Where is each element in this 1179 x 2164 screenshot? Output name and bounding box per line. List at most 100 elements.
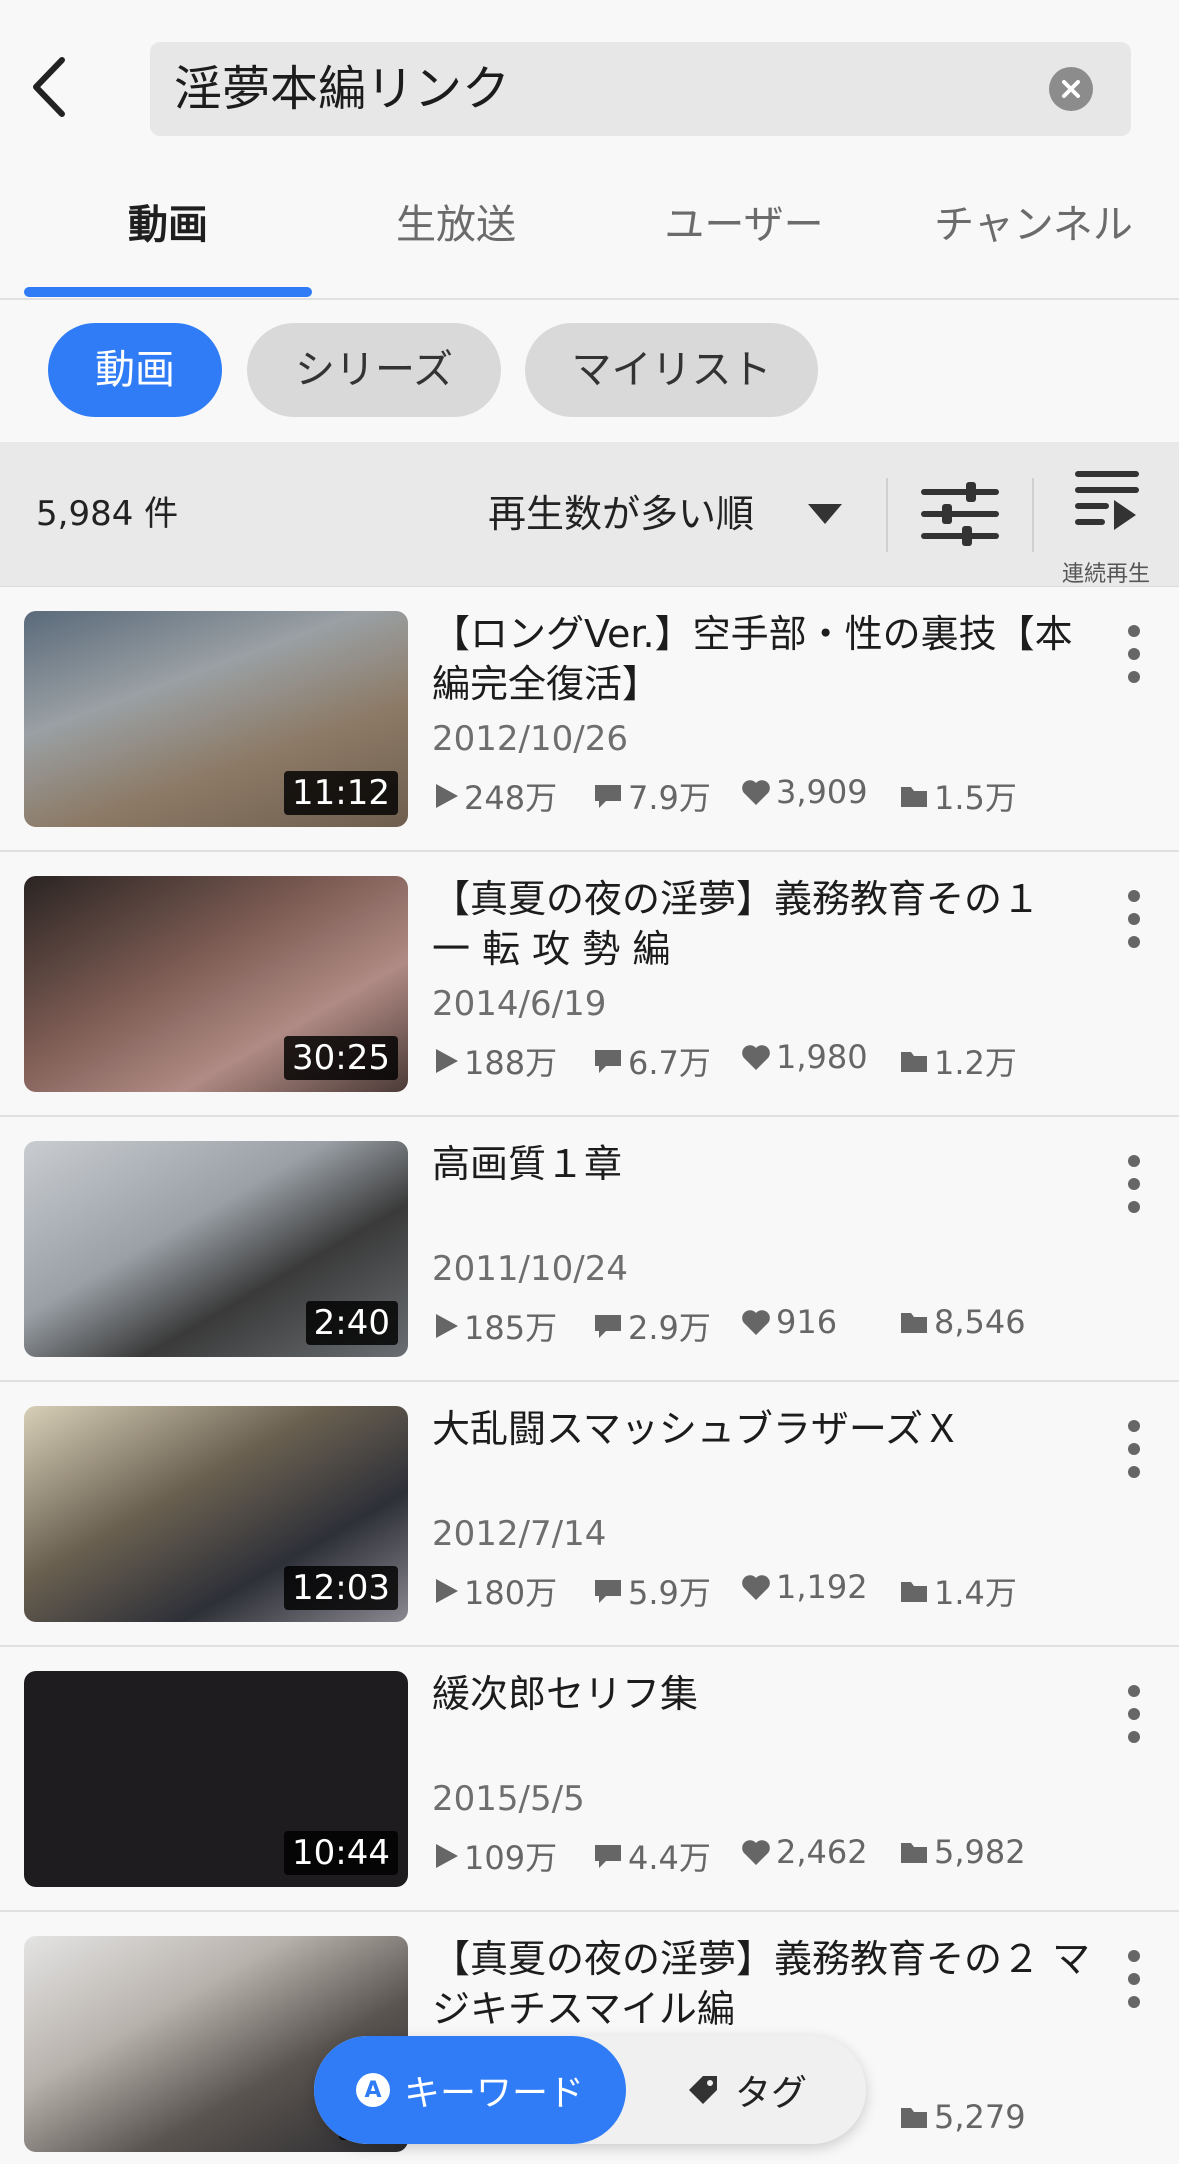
video-thumbnail[interactable]: 10:44 bbox=[24, 1671, 408, 1887]
video-thumbnail[interactable]: 11:12 bbox=[24, 611, 408, 827]
video-stats: 185万 2.9万 916 8,546 bbox=[432, 1303, 1152, 1347]
keyword-icon: A bbox=[355, 2073, 390, 2107]
comment-icon bbox=[595, 1580, 621, 1603]
view-count-value: 180万 bbox=[464, 1574, 558, 1612]
sort-bar: 5,984 件 再生数が多い順 連続再生 bbox=[0, 442, 1179, 587]
video-title[interactable]: 【真夏の夜の淫夢】義務教育その２ マジキチスマイル編 bbox=[432, 1934, 1102, 2034]
mylist-count: 1.2万 bbox=[898, 1038, 1017, 1084]
video-item[interactable]: 2:40 高画質１章 2011/10/24 185万 2.9万 916 8,546 bbox=[0, 1117, 1179, 1382]
heart-icon bbox=[742, 780, 770, 805]
tab-channels[interactable]: チャンネル bbox=[888, 175, 1179, 300]
video-title[interactable]: 【ロングVer.】空手部・性の裏技【本編完全復活】 bbox=[432, 609, 1102, 709]
video-duration: 2:40 bbox=[305, 1301, 398, 1345]
video-duration: 30:25 bbox=[284, 1036, 398, 1080]
active-tab-indicator bbox=[24, 287, 312, 297]
view-count-value: 185万 bbox=[464, 1309, 558, 1347]
filter-button[interactable] bbox=[918, 472, 1002, 556]
like-count-value: 916 bbox=[776, 1303, 838, 1341]
mylist-count-value: 5,279 bbox=[934, 2098, 1026, 2136]
caret-down-icon[interactable] bbox=[808, 504, 842, 524]
video-duration: 10:44 bbox=[284, 1831, 398, 1875]
video-stats: 188万 6.7万 1,980 1.2万 bbox=[432, 1038, 1152, 1082]
like-count: 916 bbox=[740, 1303, 837, 1341]
tab-users[interactable]: ユーザー bbox=[600, 175, 888, 300]
play-count-icon bbox=[436, 784, 458, 808]
video-stats: 248万 7.9万 3,909 1.5万 bbox=[432, 773, 1152, 817]
keyword-mode-label: キーワード bbox=[403, 2073, 584, 2114]
comment-count-value: 2.9万 bbox=[628, 1309, 711, 1347]
video-duration: 12:03 bbox=[284, 1566, 398, 1610]
video-thumbnail[interactable]: 30:25 bbox=[24, 876, 408, 1092]
video-thumbnail[interactable]: 2:40 bbox=[24, 1141, 408, 1357]
like-count: 2,462 bbox=[740, 1833, 868, 1871]
folder-icon bbox=[901, 2108, 927, 2128]
video-date: 2014/6/19 bbox=[432, 984, 607, 1024]
folder-icon bbox=[901, 1582, 927, 1602]
more-options-button[interactable] bbox=[1119, 1149, 1149, 1219]
video-thumbnail[interactable]: 12:03 bbox=[24, 1406, 408, 1622]
more-options-button[interactable] bbox=[1119, 1679, 1149, 1749]
video-date: 2012/7/14 bbox=[432, 1514, 607, 1554]
view-count: 248万 bbox=[432, 773, 557, 819]
clear-search-button[interactable] bbox=[1049, 67, 1093, 111]
more-options-button[interactable] bbox=[1119, 1944, 1149, 2014]
folder-icon bbox=[901, 1843, 927, 1863]
more-options-button[interactable] bbox=[1119, 1414, 1149, 1484]
mylist-count: 1.5万 bbox=[898, 773, 1017, 819]
continuous-play-label: 連続再生 bbox=[1061, 562, 1150, 587]
like-count-value: 2,462 bbox=[776, 1833, 868, 1871]
video-item[interactable]: 11:12 【ロングVer.】空手部・性の裏技【本編完全復活】 2012/10/26… bbox=[0, 587, 1179, 852]
chip-videos[interactable]: 動画 bbox=[48, 323, 222, 417]
keyword-mode-button[interactable]: A キーワード bbox=[314, 2036, 626, 2144]
comment-count-value: 6.7万 bbox=[628, 1044, 711, 1082]
mylist-count-value: 1.4万 bbox=[934, 1574, 1017, 1612]
video-title[interactable]: 緩次郎セリフ集 bbox=[432, 1669, 1102, 1719]
back-button[interactable] bbox=[18, 52, 78, 122]
more-options-button[interactable] bbox=[1119, 619, 1149, 689]
chip-mylist[interactable]: マイリスト bbox=[525, 323, 818, 417]
mylist-count-value: 1.2万 bbox=[934, 1044, 1017, 1082]
mylist-count: 5,982 bbox=[898, 1833, 1026, 1871]
view-count: 180万 bbox=[432, 1568, 557, 1614]
sort-dropdown[interactable]: 再生数が多い順 bbox=[488, 442, 754, 587]
like-count-value: 1,192 bbox=[776, 1568, 868, 1606]
heart-icon bbox=[742, 1575, 770, 1600]
like-count-value: 1,980 bbox=[776, 1038, 868, 1076]
comment-count: 2.9万 bbox=[592, 1303, 711, 1349]
close-icon bbox=[1062, 80, 1080, 98]
search-input[interactable]: 淫夢本編リンク bbox=[150, 42, 1131, 136]
tag-icon bbox=[688, 2076, 717, 2104]
video-date: 2015/5/5 bbox=[432, 1779, 585, 1819]
like-count: 1,192 bbox=[740, 1568, 868, 1606]
video-title[interactable]: 【真夏の夜の淫夢】義務教育その１ 一 転 攻 勢 編 bbox=[432, 874, 1102, 974]
video-item[interactable]: 10:44 緩次郎セリフ集 2015/5/5 109万 4.4万 2,462 5,982 bbox=[0, 1647, 1179, 1912]
tab-live[interactable]: 生放送 bbox=[312, 175, 600, 300]
chip-series[interactable]: シリーズ bbox=[247, 323, 501, 417]
comment-icon bbox=[595, 1845, 621, 1868]
tab-videos[interactable]: 動画 bbox=[24, 175, 312, 300]
video-title[interactable]: 高画質１章 bbox=[432, 1139, 1102, 1189]
video-item[interactable]: 12:03 大乱闘スマッシュブラザーズＸ 2012/7/14 180万 5.9万 1,19… bbox=[0, 1382, 1179, 1647]
video-item[interactable]: 30:25 【真夏の夜の淫夢】義務教育その１ 一 転 攻 勢 編 2014/6/19… bbox=[0, 852, 1179, 1117]
comment-count: 4.4万 bbox=[592, 1833, 711, 1879]
mylist-count-value: 5,982 bbox=[934, 1833, 1026, 1871]
comment-count: 7.9万 bbox=[592, 773, 711, 819]
search-type-tabs: 動画 生放送 ユーザー チャンネル bbox=[0, 175, 1179, 300]
tag-mode-button[interactable]: タグ bbox=[626, 2036, 866, 2144]
search-header: 淫夢本編リンク bbox=[0, 0, 1179, 175]
like-count: 1,980 bbox=[740, 1038, 868, 1076]
like-count-value: 3,909 bbox=[776, 773, 868, 811]
play-count-icon bbox=[436, 1314, 458, 1338]
comment-count-value: 7.9万 bbox=[628, 779, 711, 817]
view-count-value: 188万 bbox=[464, 1044, 558, 1082]
more-options-button[interactable] bbox=[1119, 884, 1149, 954]
divider bbox=[886, 478, 888, 552]
play-count-icon bbox=[436, 1579, 458, 1603]
folder-icon bbox=[901, 1313, 927, 1333]
search-query[interactable]: 淫夢本編リンク bbox=[174, 42, 510, 136]
comment-icon bbox=[595, 1050, 621, 1073]
video-title[interactable]: 大乱闘スマッシュブラザーズＸ bbox=[432, 1404, 1102, 1454]
play-count-icon bbox=[436, 1844, 458, 1868]
continuous-play-button[interactable]: 連続再生 bbox=[1052, 464, 1160, 587]
video-stats: 180万 5.9万 1,192 1.4万 bbox=[432, 1568, 1152, 1612]
